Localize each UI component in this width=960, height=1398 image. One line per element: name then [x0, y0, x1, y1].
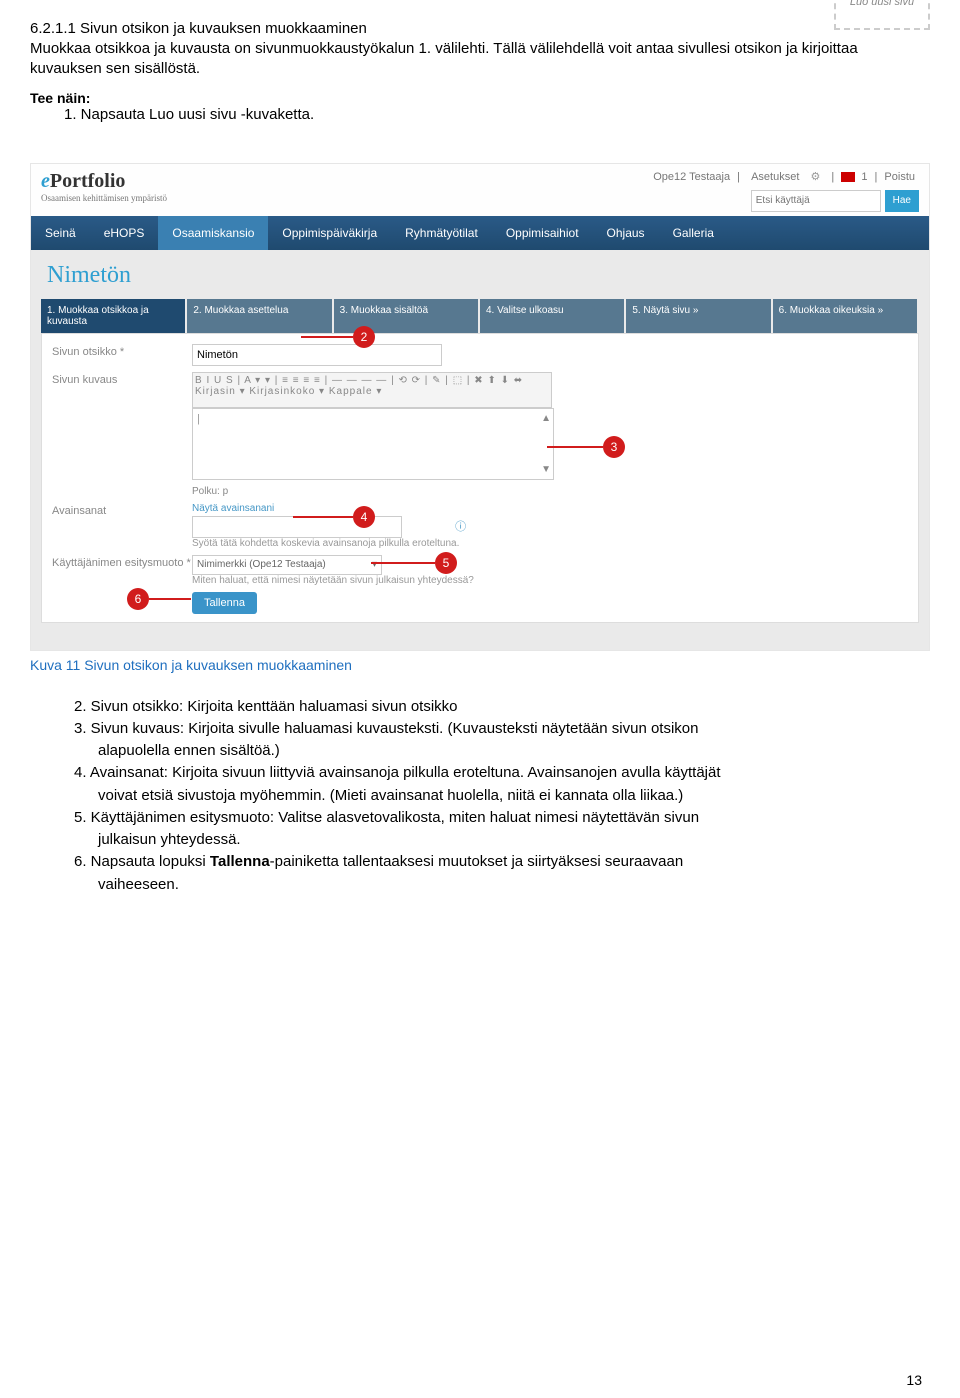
- intro-paragraph: Muokkaa otsikkoa ja kuvausta on sivunmuo…: [30, 39, 930, 80]
- scroll-up-icon[interactable]: ▲: [541, 413, 551, 424]
- nav-item-oppimisaihiot[interactable]: Oppimisaihiot: [492, 216, 593, 250]
- hint-avainsanat: Syötä tätä kohdetta koskevia avainsanoja…: [192, 538, 908, 549]
- step-1: 1. Napsauta Luo uusi sivu -kuvaketta.: [64, 106, 930, 123]
- logo-e: e: [41, 170, 50, 192]
- link-nayta-avainsanani[interactable]: Näytä avainsanani: [192, 503, 908, 514]
- nav-item-galleria[interactable]: Galleria: [659, 216, 728, 250]
- gear-icon: ⚙: [810, 170, 820, 183]
- create-page-tile[interactable]: + Luo uusi sivu: [834, 0, 930, 30]
- form-area: Sivun otsikko * Sivun kuvaus B I U S | A…: [41, 333, 919, 623]
- annotation-3: 3: [603, 436, 625, 458]
- nav-item-oppimispaivakirja[interactable]: Oppimispäiväkirja: [268, 216, 391, 250]
- list-item-6b: vaiheeseen.: [98, 875, 930, 895]
- editor-textarea[interactable]: | ▲ ▼: [192, 408, 554, 480]
- hint-esitysmuoto: Miten haluat, että nimesi näytetään sivu…: [192, 575, 908, 586]
- annotation-2: 2: [353, 326, 375, 348]
- info-icon: ⓘ: [455, 521, 466, 533]
- wizard-step-6[interactable]: 6. Muokkaa oikeuksia »: [773, 299, 917, 333]
- label-sivun-kuvaus: Sivun kuvaus: [52, 372, 192, 480]
- annotation-6: 6: [127, 588, 149, 610]
- select-esitysmuoto[interactable]: Nimimerkki (Ope12 Testaaja) ▾: [192, 555, 382, 575]
- label-avainsanat: Avainsanat: [52, 503, 192, 549]
- page-number: 13: [906, 1372, 922, 1388]
- create-page-label: Luo uusi sivu: [836, 0, 928, 8]
- annotation-4-line: [293, 516, 353, 518]
- list-item-3a: 3. Sivun kuvaus: Kirjoita sivulle haluam…: [74, 719, 930, 739]
- tee-nain-label: Tee näin:: [30, 90, 930, 106]
- editor-toolbar[interactable]: B I U S | A ▾ ▾ | ≡ ≡ ≡ ≡ | — — — — | ⟲ …: [192, 372, 552, 408]
- search-button[interactable]: Hae: [885, 190, 919, 212]
- list-item-6a: 6. Napsauta lopuksi Tallenna-painiketta …: [74, 852, 930, 872]
- list-item-4a: 4. Avainsanat: Kirjoita sivuun liittyviä…: [74, 763, 930, 783]
- annotation-5-line: [371, 562, 435, 564]
- logo-portfolio: Portfolio: [50, 170, 126, 192]
- annotation-6-line: [149, 598, 191, 600]
- scroll-down-icon[interactable]: ▼: [541, 464, 551, 475]
- notif-count[interactable]: 1: [861, 171, 867, 183]
- wizard-step-3[interactable]: 3. Muokkaa sisältöä: [334, 299, 478, 333]
- label-esitysmuoto: Käyttäjänimen esitysmuoto *: [52, 555, 192, 586]
- editor-path: Polku: p: [192, 486, 908, 497]
- user-link[interactable]: Ope12 Testaaja: [653, 171, 730, 183]
- list-item-5b: julkaisun yhteydessä.: [98, 830, 930, 850]
- annotation-5: 5: [435, 552, 457, 574]
- list-item-4b: voivat etsiä sivustoja myöhemmin. (Mieti…: [98, 786, 930, 806]
- logout-link[interactable]: Poistu: [884, 171, 915, 183]
- nav-item-ehops[interactable]: eHOPS: [90, 216, 159, 250]
- list-item-3b: alapuolella ennen sisältöä.): [98, 741, 930, 761]
- nav-item-ryhmatyotilat[interactable]: Ryhmätyötilat: [391, 216, 492, 250]
- figure-caption: Kuva 11 Sivun otsikon ja kuvauksen muokk…: [30, 657, 930, 673]
- wizard-tabs: 1. Muokkaa otsikkoa ja kuvausta 2. Muokk…: [41, 299, 919, 333]
- annotation-2-line: [301, 336, 353, 338]
- search-input[interactable]: [751, 190, 881, 212]
- wizard-step-5[interactable]: 5. Näytä sivu »: [626, 299, 770, 333]
- header-search: Hae: [751, 190, 919, 212]
- page-title: Nimetön: [31, 250, 929, 299]
- nav-item-ohjaus[interactable]: Ohjaus: [593, 216, 659, 250]
- input-sivun-otsikko[interactable]: [192, 344, 442, 366]
- toolbar-line1: B I U S | A ▾ ▾ | ≡ ≡ ≡ ≡ | — — — — | ⟲ …: [195, 375, 549, 386]
- annotation-3-line: [547, 446, 603, 448]
- wizard-step-4[interactable]: 4. Valitse ulkoasu: [480, 299, 624, 333]
- list-item-2: 2. Sivun otsikko: Kirjoita kenttään halu…: [74, 697, 930, 717]
- tallenna-button[interactable]: Tallenna: [192, 592, 257, 614]
- list-item-5a: 5. Käyttäjänimen esitysmuoto: Valitse al…: [74, 808, 930, 828]
- annotation-4: 4: [353, 506, 375, 528]
- instruction-list: 2. Sivun otsikko: Kirjoita kenttään halu…: [74, 697, 930, 895]
- settings-link[interactable]: Asetukset ⚙: [747, 171, 824, 183]
- toolbar-line2: Kirjasin ▾ Kirjasinkoko ▾ Kappale ▾: [195, 386, 549, 397]
- flag-icon: [841, 172, 855, 182]
- app-logo: ePortfolio Osaamisen kehittämisen ympäri…: [41, 170, 167, 203]
- app-screenshot: ePortfolio Osaamisen kehittämisen ympäri…: [30, 163, 930, 651]
- logo-subtitle: Osaamisen kehittämisen ympäristö: [41, 193, 167, 203]
- label-sivun-otsikko: Sivun otsikko *: [52, 344, 192, 366]
- header-links: Ope12 Testaaja | Asetukset ⚙ | 1 | Poist…: [649, 170, 919, 183]
- nav-item-osaamiskansio[interactable]: Osaamiskansio: [158, 216, 268, 250]
- nav-item-seina[interactable]: Seinä: [31, 216, 90, 250]
- wizard-step-1[interactable]: 1. Muokkaa otsikkoa ja kuvausta: [41, 299, 185, 333]
- section-heading: 6.2.1.1 Sivun otsikon ja kuvauksen muokk…: [30, 20, 930, 37]
- wizard-step-2[interactable]: 2. Muokkaa asettelua: [187, 299, 331, 333]
- main-nav: Seinä eHOPS Osaamiskansio Oppimispäiväki…: [31, 216, 929, 250]
- select-value: Nimimerkki (Ope12 Testaaja): [197, 559, 326, 570]
